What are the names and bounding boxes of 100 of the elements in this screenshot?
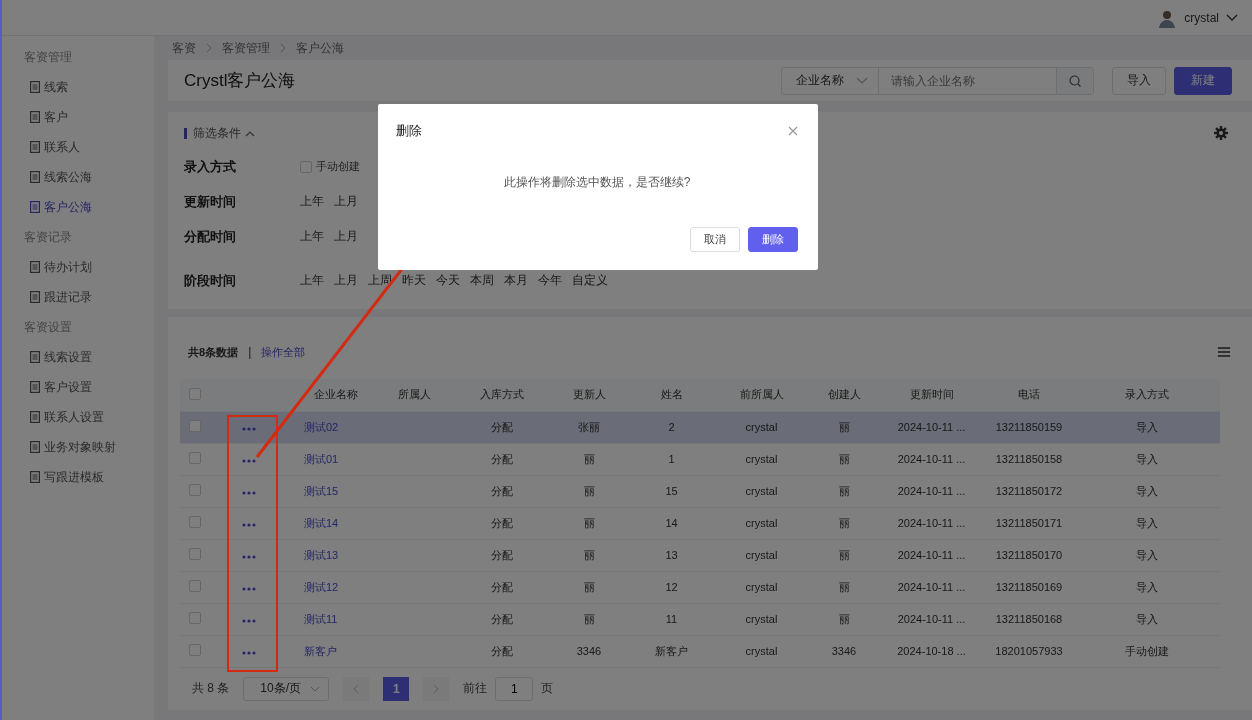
document-icon bbox=[30, 411, 40, 423]
table-row[interactable]: 测试02 分配 张丽 2 crystal 丽 2024-10-11 ... 13211850159 导入 bbox=[180, 411, 1220, 443]
company-link[interactable]: 测试01 bbox=[304, 452, 339, 465]
import-button[interactable]: 导入 bbox=[1112, 66, 1166, 95]
checkbox[interactable] bbox=[189, 484, 201, 496]
sidebar-item[interactable]: 客户设置 bbox=[2, 372, 154, 402]
table-cell: 丽 bbox=[838, 420, 850, 433]
page-number[interactable]: 1 bbox=[383, 676, 410, 701]
search-button[interactable] bbox=[1056, 67, 1093, 94]
document-icon bbox=[30, 261, 40, 273]
document-icon bbox=[30, 171, 40, 183]
sidebar-item[interactable]: 线索 bbox=[2, 72, 154, 102]
more-icon[interactable] bbox=[242, 651, 256, 655]
sidebar-item[interactable]: 联系人 bbox=[2, 132, 154, 162]
checkbox[interactable] bbox=[189, 548, 201, 560]
total-count: 共 8 条 bbox=[192, 680, 230, 697]
sidebar-item[interactable]: 线索公海 bbox=[2, 162, 154, 192]
bulk-action-link[interactable]: 操作全部 bbox=[261, 344, 306, 360]
table-cell: crystal bbox=[745, 453, 778, 465]
checkbox[interactable] bbox=[189, 387, 201, 400]
chevron-down-icon bbox=[310, 685, 321, 692]
menu-icon[interactable] bbox=[1218, 347, 1230, 357]
more-icon[interactable] bbox=[242, 459, 256, 463]
filter-option[interactable]: 上年 bbox=[300, 193, 324, 210]
table-cell: 丽 bbox=[583, 452, 595, 465]
sidebar-group-title: 客资记录 bbox=[23, 229, 73, 246]
checkbox[interactable] bbox=[189, 612, 201, 624]
table-row[interactable]: 测试12 分配 丽 12 crystal 丽 2024-10-11 ... 13211850169 导入 bbox=[180, 571, 1220, 603]
chevron-right-icon bbox=[280, 43, 286, 53]
company-link[interactable]: 测试13 bbox=[304, 548, 339, 561]
checkbox[interactable] bbox=[189, 516, 201, 528]
filter-option[interactable]: 上月 bbox=[334, 272, 358, 289]
cancel-button[interactable]: 取消 bbox=[690, 227, 740, 252]
table-row[interactable]: 测试11 分配 丽 11 crystal 丽 2024-10-11 ... 13211850168 导入 bbox=[180, 603, 1220, 635]
filter-option[interactable]: 本周 bbox=[470, 272, 494, 289]
sidebar-item[interactable]: 写跟进模板 bbox=[2, 462, 154, 492]
sidebar-item[interactable]: 跟进记录 bbox=[2, 282, 154, 312]
chevron-down-icon bbox=[856, 76, 868, 85]
table-cell: 2024-10-11 ... bbox=[897, 581, 966, 593]
table-cell: 丽 bbox=[583, 484, 595, 497]
filter-option[interactable]: 上月 bbox=[334, 193, 358, 210]
checkbox[interactable] bbox=[189, 452, 201, 464]
close-icon[interactable] bbox=[788, 126, 798, 136]
more-icon[interactable] bbox=[242, 555, 256, 559]
filter-option[interactable]: 自定义 bbox=[572, 272, 608, 289]
table-cell: 手动创建 bbox=[1125, 644, 1169, 657]
breadcrumb-link[interactable]: 客资管理 bbox=[222, 39, 270, 57]
user-name[interactable]: crystal bbox=[1184, 10, 1219, 25]
company-link[interactable]: 测试11 bbox=[304, 612, 338, 625]
page-title: Crystl客户公海 bbox=[184, 70, 297, 92]
table-cell: 张丽 bbox=[578, 420, 600, 433]
filter-option[interactable]: 上月 bbox=[334, 228, 358, 245]
page-input[interactable]: 1 bbox=[495, 676, 534, 701]
more-icon[interactable] bbox=[242, 427, 256, 431]
table-row[interactable]: 测试14 分配 丽 14 crystal 丽 2024-10-11 ... 13211850171 导入 bbox=[180, 507, 1220, 539]
more-icon[interactable] bbox=[242, 587, 256, 591]
filter-option[interactable]: 今天 bbox=[436, 272, 460, 289]
company-link[interactable]: 测试14 bbox=[304, 516, 339, 529]
search-bar[interactable]: 企业名称 请输入企业名称 bbox=[781, 66, 1094, 95]
filter-option[interactable]: 今年 bbox=[538, 272, 562, 289]
filter-option[interactable]: 上年 bbox=[300, 228, 324, 245]
more-icon[interactable] bbox=[242, 491, 256, 495]
filter-option[interactable]: 昨天 bbox=[402, 272, 426, 289]
page-size-select[interactable]: 10条/页 bbox=[243, 676, 330, 701]
sidebar-item[interactable]: 待办计划 bbox=[2, 252, 154, 282]
column-header: 录入方式 bbox=[1074, 379, 1220, 411]
filter-option[interactable]: 本月 bbox=[504, 272, 528, 289]
filter-label: 阶段时间 bbox=[184, 271, 237, 290]
sidebar-item[interactable]: 客户公海 bbox=[2, 192, 154, 222]
filter-label: 分配时间 bbox=[184, 227, 237, 246]
sidebar-item[interactable]: 业务对象映射 bbox=[2, 432, 154, 462]
table-row[interactable]: 测试15 分配 丽 15 crystal 丽 2024-10-11 ... 13211850172 导入 bbox=[180, 475, 1220, 507]
column-header: 创建人 bbox=[809, 379, 879, 411]
company-link[interactable]: 测试12 bbox=[304, 580, 339, 593]
more-icon[interactable] bbox=[242, 523, 256, 527]
breadcrumb-link[interactable]: 客户公海 bbox=[296, 39, 344, 57]
sidebar-item[interactable]: 客户 bbox=[2, 102, 154, 132]
company-link[interactable]: 测试15 bbox=[304, 484, 339, 497]
table-row[interactable]: 测试13 分配 丽 13 crystal 丽 2024-10-11 ... 13211850170 导入 bbox=[180, 539, 1220, 571]
settings-icon[interactable] bbox=[1214, 126, 1228, 140]
breadcrumb-link[interactable]: 客资 bbox=[172, 39, 196, 57]
sidebar-item[interactable]: 联系人设置 bbox=[2, 402, 154, 432]
company-link[interactable]: 测试02 bbox=[304, 420, 339, 433]
table-row[interactable]: 测试01 分配 丽 1 crystal 丽 2024-10-11 ... 13211850158 导入 bbox=[180, 443, 1220, 475]
column-header: 姓名 bbox=[629, 379, 714, 411]
company-link[interactable]: 新客户 bbox=[304, 644, 337, 657]
table-cell: 分配 bbox=[490, 580, 513, 593]
checkbox[interactable]: 手动创建 bbox=[300, 159, 360, 174]
table-cell: 2024-10-11 ... bbox=[897, 421, 966, 433]
more-icon[interactable] bbox=[242, 619, 256, 623]
filter-option[interactable]: 上年 bbox=[300, 272, 324, 289]
checkbox[interactable] bbox=[189, 420, 201, 432]
delete-button[interactable]: 删除 bbox=[748, 227, 798, 252]
table-row[interactable]: 新客户 分配 3346 新客户 crystal 3346 2024-10-18 ... 18201057933 手动创建 bbox=[180, 635, 1220, 667]
table-cell: 2024-10-11 ... bbox=[897, 485, 966, 497]
sidebar-item[interactable]: 线索设置 bbox=[2, 342, 154, 372]
chevron-up-icon[interactable] bbox=[245, 129, 255, 137]
checkbox[interactable] bbox=[189, 644, 201, 656]
checkbox[interactable] bbox=[189, 580, 201, 592]
new-button[interactable]: 新建 bbox=[1174, 66, 1232, 95]
